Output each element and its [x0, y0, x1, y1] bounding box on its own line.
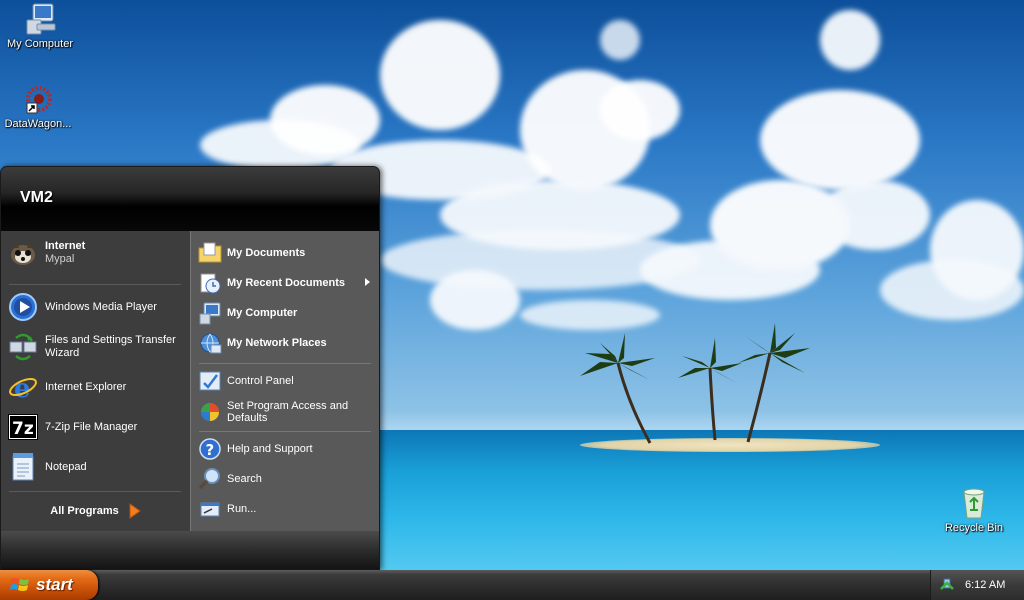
tools-item-label: Run...	[227, 503, 257, 515]
recent-item-internet-explorer[interactable]: e Internet Explorer	[7, 369, 185, 405]
tools-item-search[interactable]: Search	[198, 465, 376, 493]
settings-item-program-defaults[interactable]: Set Program Access and Defaults	[198, 397, 376, 427]
recent-item-notepad[interactable]: Notepad	[7, 449, 185, 485]
recent-item-windows-media-player[interactable]: Windows Media Player	[7, 289, 185, 325]
start-menu-header: VM2	[1, 167, 379, 231]
media-player-icon	[9, 293, 37, 321]
start-menu-programs-pane: Internet Mypal Windows Media Player File…	[1, 231, 190, 531]
separator	[9, 284, 181, 285]
notepad-icon	[12, 453, 34, 481]
svg-text:?: ?	[206, 441, 215, 459]
my-documents-icon	[198, 242, 222, 263]
settings-item-label: Set Program Access and Defaults	[227, 400, 349, 424]
control-panel-icon	[199, 371, 221, 391]
start-menu-footer	[1, 531, 379, 569]
desktop-icon-my-computer[interactable]: My Computer	[0, 2, 80, 50]
internet-explorer-icon: e	[9, 374, 37, 402]
help-icon: ?	[199, 438, 221, 460]
my-computer-icon	[26, 3, 56, 35]
recent-item-7zip[interactable]: 7z 7-Zip File Manager	[7, 409, 185, 445]
separator	[9, 491, 181, 492]
places-item-my-recent-documents[interactable]: My Recent Documents	[198, 269, 376, 297]
program-defaults-icon	[201, 403, 219, 421]
tools-item-run[interactable]: Run...	[198, 495, 376, 523]
desktop-icon-recycle-bin[interactable]: Recycle Bin	[934, 486, 1014, 534]
run-icon	[200, 502, 220, 517]
places-item-label: My Recent Documents	[227, 277, 345, 289]
all-programs-label: All Programs	[50, 505, 119, 517]
recent-item-label: Notepad	[45, 460, 87, 473]
pinned-item-internet[interactable]: Internet Mypal	[7, 235, 185, 271]
desktop-icon-datawagon[interactable]: DataWagon...	[0, 86, 78, 130]
start-menu-places-pane: My Documents My Recent Documents My Comp…	[190, 231, 379, 531]
recent-item-transfer-wizard[interactable]: Files and Settings Transfer Wizard	[7, 329, 185, 365]
mypal-browser-icon	[11, 242, 35, 265]
separator	[199, 431, 371, 432]
settings-item-control-panel[interactable]: Control Panel	[198, 367, 376, 395]
recent-item-label: Windows Media Player	[45, 300, 157, 313]
recent-item-label: 7-Zip File Manager	[45, 420, 138, 433]
taskbar[interactable]: start 6:12 AM	[0, 570, 1024, 600]
settings-item-label: Control Panel	[227, 375, 294, 387]
pinned-item-subtitle: Mypal	[45, 253, 75, 265]
tools-item-label: Help and Support	[227, 443, 313, 455]
places-item-label: My Computer	[227, 307, 298, 319]
svg-text:7z: 7z	[12, 419, 34, 439]
places-item-label: My Network Places	[227, 337, 327, 349]
network-places-icon	[200, 333, 222, 354]
start-button[interactable]: start	[0, 570, 98, 600]
search-icon	[198, 468, 220, 490]
submenu-arrow-icon	[365, 278, 370, 286]
my-computer-icon	[199, 302, 221, 325]
user-name: VM2	[20, 189, 53, 206]
start-button-label: start	[36, 575, 73, 594]
7zip-icon: 7z	[8, 414, 38, 440]
start-menu: VM2 Internet Mypal Windows Media Player …	[0, 166, 380, 570]
palm-trees	[580, 323, 810, 444]
recent-item-label: Files and Settings Transfer Wizard	[45, 334, 176, 359]
places-item-my-network-places[interactable]: My Network Places	[198, 329, 376, 357]
desktop-icon-label: DataWagon...	[4, 118, 72, 130]
pinned-item-title: Internet	[45, 240, 86, 252]
desktop-icon-label: Recycle Bin	[944, 522, 1004, 534]
places-item-label: My Documents	[227, 247, 306, 259]
recent-documents-icon	[200, 273, 221, 294]
recycle-bin-icon	[963, 488, 985, 519]
tools-item-label: Search	[227, 473, 262, 485]
recent-item-label: Internet Explorer	[45, 380, 127, 393]
tools-item-help-and-support[interactable]: ? Help and Support	[198, 435, 376, 463]
transfer-wizard-icon	[9, 333, 37, 361]
clock[interactable]: 6:12 AM	[965, 579, 1005, 591]
places-item-my-computer[interactable]: My Computer	[198, 299, 376, 327]
separator	[199, 363, 371, 364]
safely-remove-hardware-icon[interactable]	[939, 577, 955, 593]
desktop-icon-label: My Computer	[6, 38, 74, 50]
arrow-right-icon	[129, 503, 141, 519]
system-tray: 6:12 AM	[930, 570, 1024, 600]
datawagon-shortcut-icon	[26, 86, 52, 114]
windows-logo-icon	[10, 578, 29, 591]
places-item-my-documents[interactable]: My Documents	[198, 239, 376, 267]
all-programs-button[interactable]: All Programs	[1, 495, 190, 527]
